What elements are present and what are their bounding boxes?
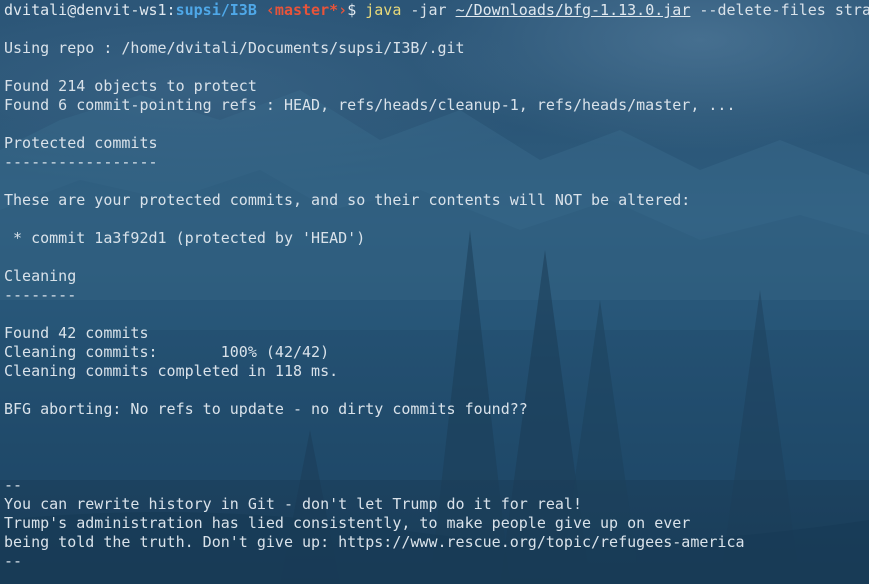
command-name: java xyxy=(365,1,402,19)
output-line: You can rewrite history in Git - don't l… xyxy=(4,495,582,513)
output-line: Cleaning commits completed in 118 ms. xyxy=(4,362,339,380)
terminal-window[interactable]: dvitali@denvit-ws1:supsi/I3B ‹master*›$ … xyxy=(0,0,869,584)
output-line: BFG aborting: No refs to update - no dir… xyxy=(4,400,528,418)
output-line: -------- xyxy=(4,286,77,304)
output-line: Cleaning xyxy=(4,267,77,285)
output-line: -- xyxy=(4,476,23,494)
output-line: -- xyxy=(4,552,23,570)
prompt-user-host: dvitali@denvit-ws1: xyxy=(4,1,176,19)
command-args-rest: --delete-files stra xyxy=(690,1,869,19)
output-line: Trump's administration has lied consiste… xyxy=(4,514,691,532)
output-line: being told the truth. Don't give up: htt… xyxy=(4,533,745,551)
prompt-symbol: $ xyxy=(347,1,366,19)
output-line: Protected commits xyxy=(4,134,158,152)
prompt-path: supsi/I3B xyxy=(175,1,257,19)
command-jar-path: ~/Downloads/bfg-1.13.0.jar xyxy=(455,1,691,19)
command-args: -jar xyxy=(401,1,456,19)
output-line: These are your protected commits, and so… xyxy=(4,191,691,209)
output-line: Cleaning commits: 100% (42/42) xyxy=(4,343,330,361)
output-line: Found 214 objects to protect xyxy=(4,77,257,95)
command-prompt-line: dvitali@denvit-ws1:supsi/I3B ‹master*›$ … xyxy=(4,1,869,20)
output-line: ----------------- xyxy=(4,153,158,171)
output-line: * commit 1a3f92d1 (protected by 'HEAD') xyxy=(4,229,366,247)
output-line: Using repo : /home/dvitali/Documents/sup… xyxy=(4,39,465,57)
output-line: Found 6 commit-pointing refs : HEAD, ref… xyxy=(4,96,736,114)
prompt-git-branch: ‹master*› xyxy=(256,1,348,19)
output-line: Found 42 commits xyxy=(4,324,149,342)
